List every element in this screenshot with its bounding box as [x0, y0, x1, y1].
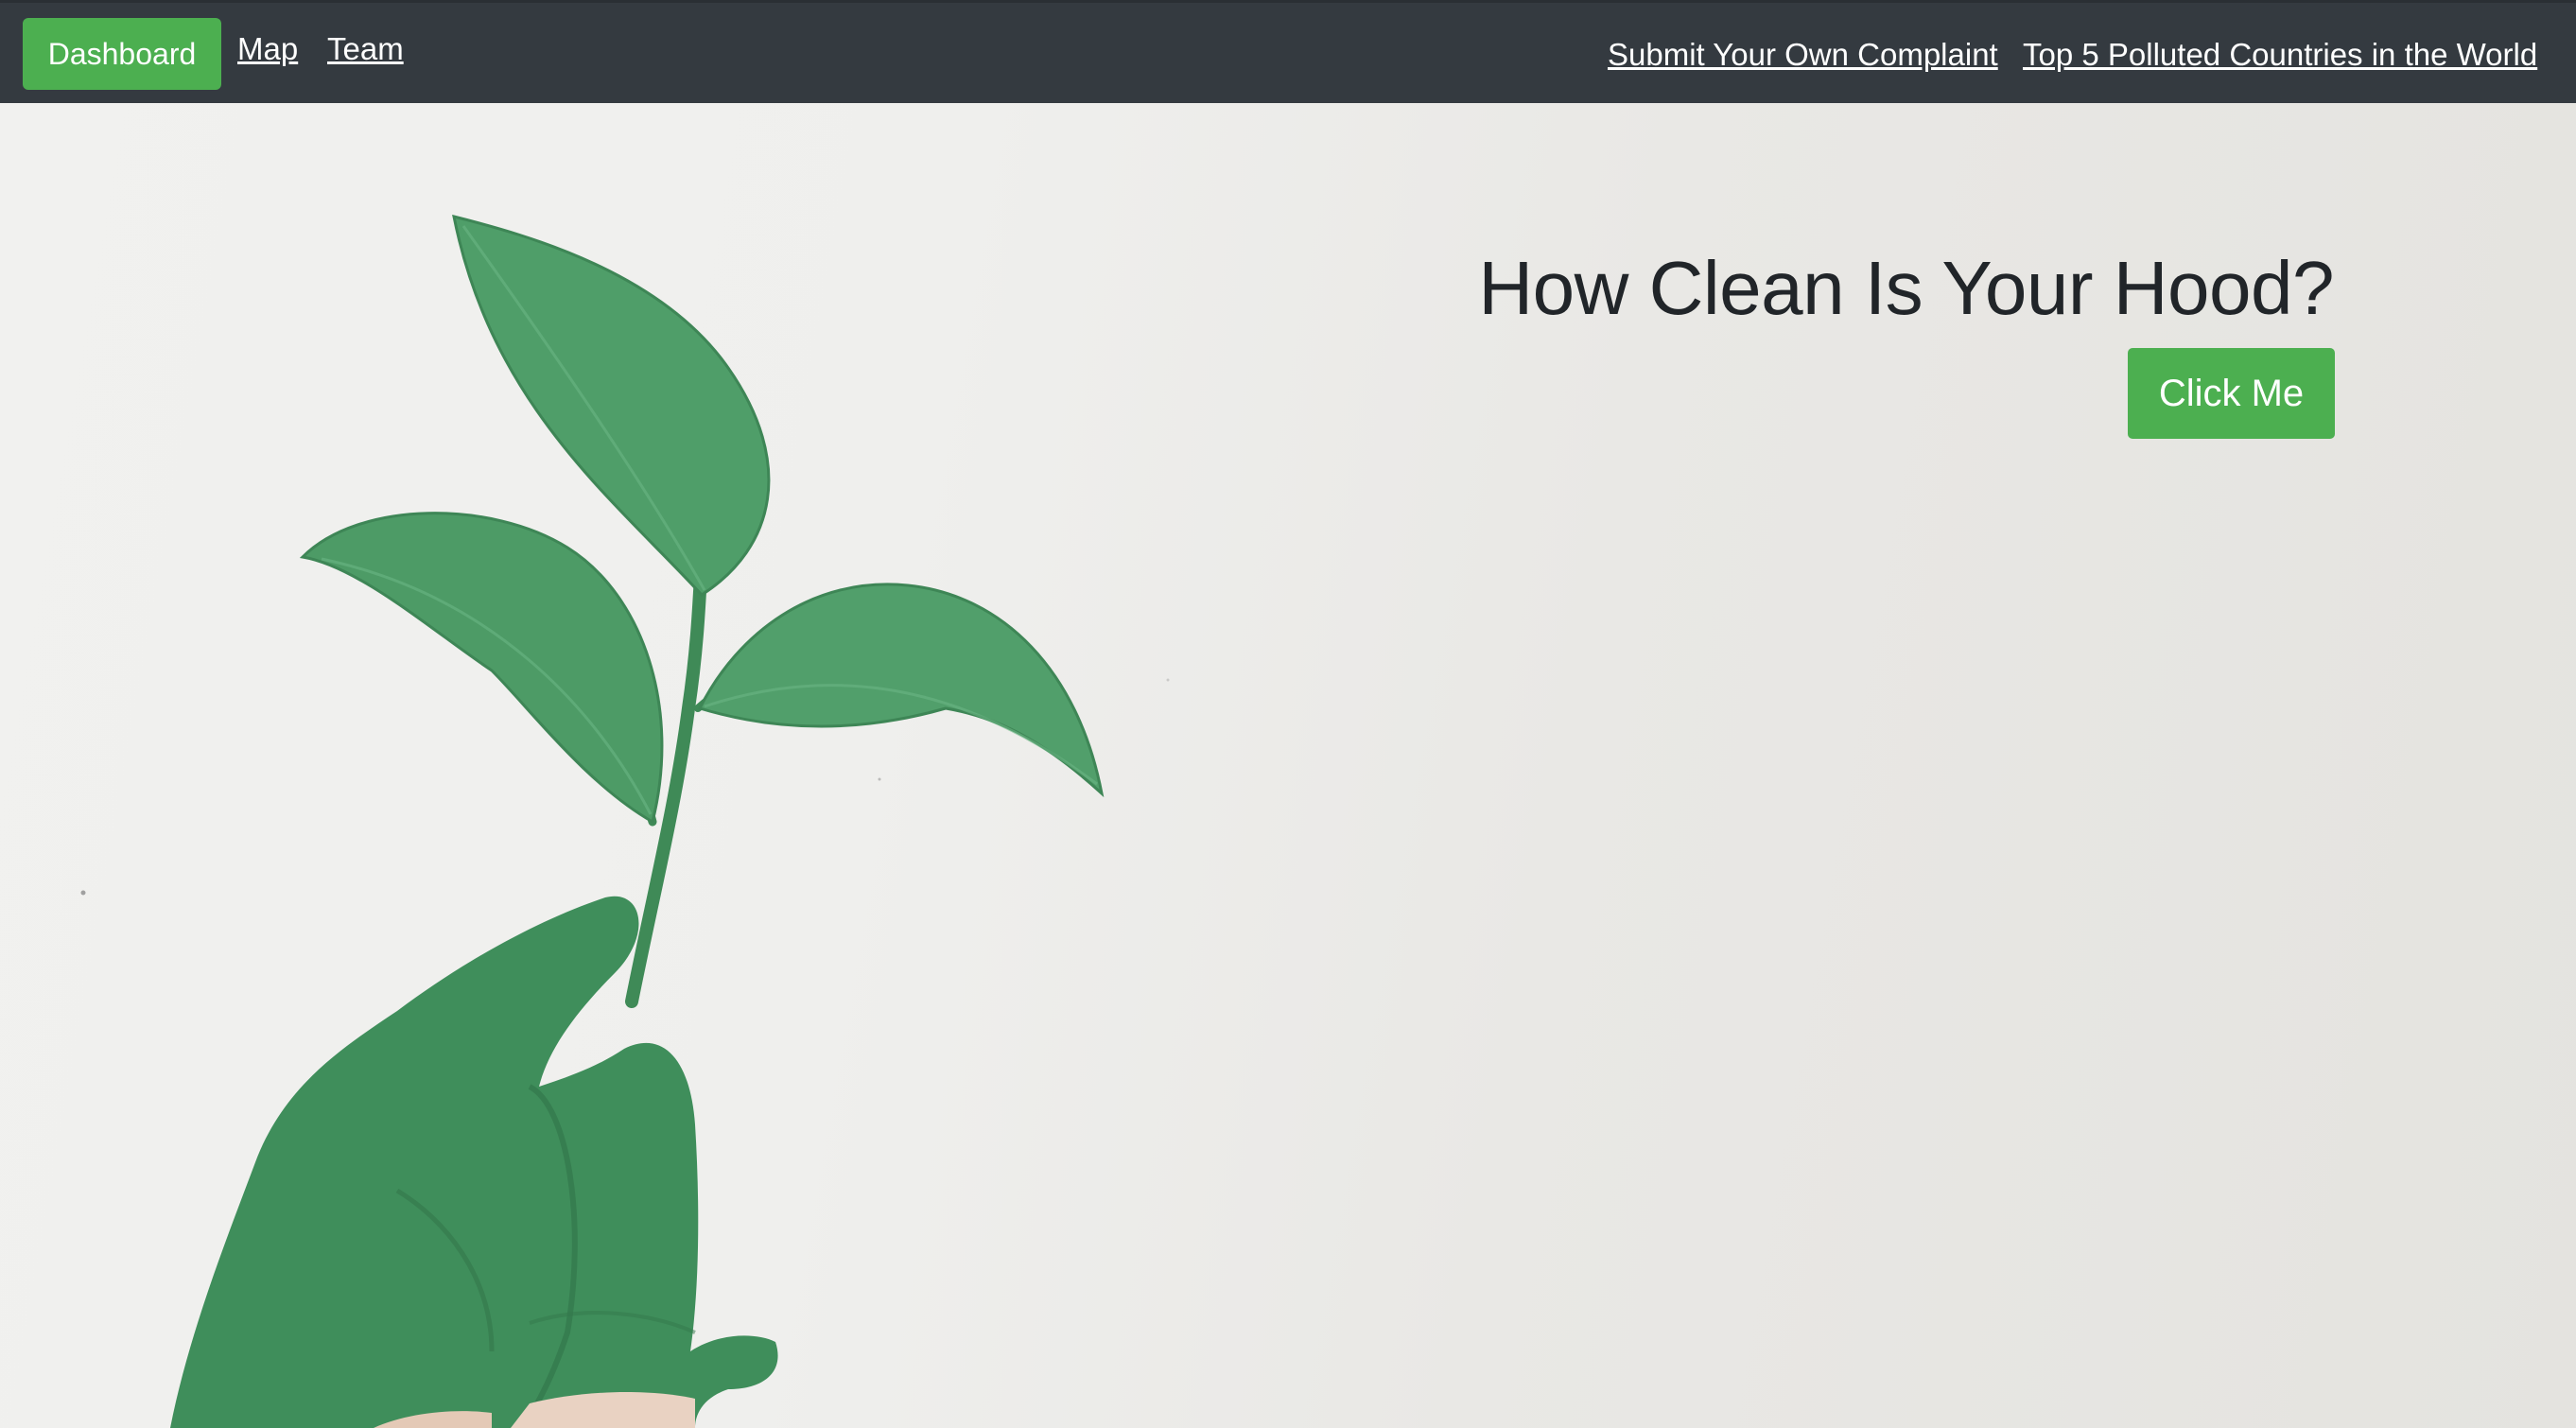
- nav-link-submit-complaint[interactable]: Submit Your Own Complaint: [1608, 37, 1998, 73]
- click-me-button[interactable]: Click Me: [2128, 348, 2335, 439]
- nav-link-top-polluted-countries[interactable]: Top 5 Polluted Countries in the World: [2023, 37, 2537, 73]
- hero-title: How Clean Is Your Hood?: [1478, 246, 2334, 330]
- hero-section: How Clean Is Your Hood? Click Me: [0, 103, 2576, 1428]
- nav-dashboard-button[interactable]: Dashboard: [23, 18, 221, 90]
- top-navbar: Dashboard Map Team Submit Your Own Compl…: [0, 0, 2576, 103]
- nav-link-team[interactable]: Team: [327, 31, 404, 67]
- nav-link-map[interactable]: Map: [237, 31, 298, 67]
